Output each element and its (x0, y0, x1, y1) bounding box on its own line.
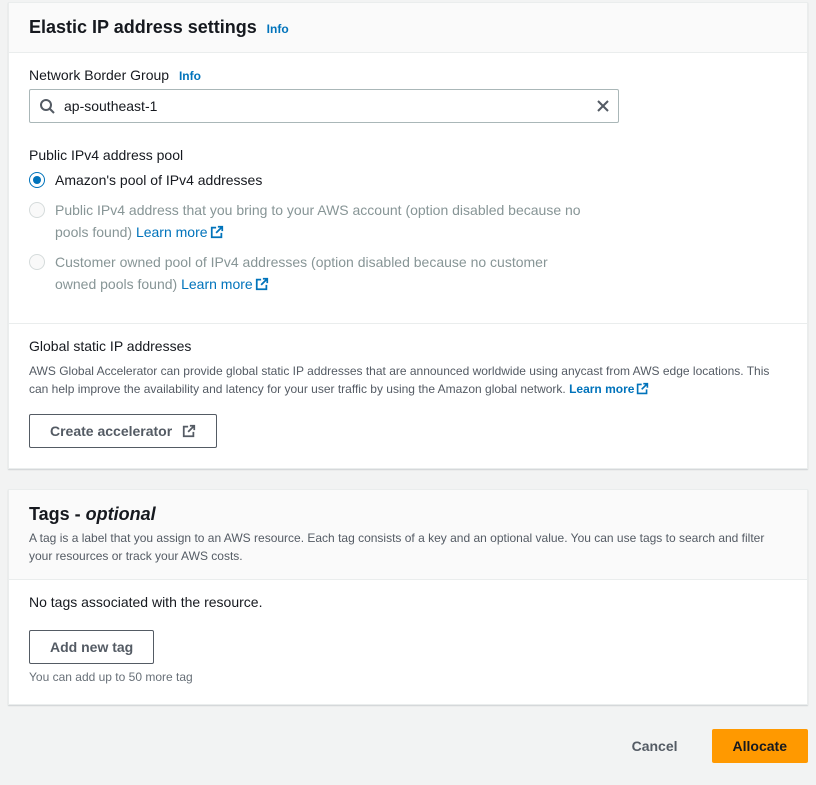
pool-option-label: Amazon's pool of IPv4 addresses (55, 169, 787, 191)
tags-limit-text: You can add up to 50 more tag (29, 670, 787, 684)
pool-radio-group: Amazon's pool of IPv4 addresses Public I… (29, 169, 787, 295)
tags-title: Tags - optional (29, 504, 156, 524)
pool-option-byoip: Public IPv4 address that you bring to yo… (29, 199, 589, 243)
global-ip-description: AWS Global Accelerator can provide globa… (29, 362, 787, 398)
tags-empty-text: No tags associated with the resource. (29, 594, 787, 610)
learn-more-link[interactable]: Learn more (181, 276, 269, 292)
network-border-input[interactable] (29, 89, 619, 123)
external-link-icon (255, 277, 269, 291)
network-border-info-link[interactable]: Info (179, 69, 201, 83)
pool-option-customer: Customer owned pool of IPv4 addresses (o… (29, 251, 589, 295)
clear-icon[interactable] (595, 98, 611, 114)
footer-actions: Cancel Allocate (8, 725, 808, 769)
settings-info-link[interactable]: Info (267, 22, 289, 36)
external-link-icon (182, 424, 196, 438)
global-ip-section: Global static IP addresses AWS Global Ac… (9, 323, 807, 468)
pool-option-label: Customer owned pool of IPv4 addresses (o… (55, 251, 589, 295)
tags-description: A tag is a label that you assign to an A… (29, 529, 787, 565)
add-tag-button[interactable]: Add new tag (29, 630, 154, 664)
elastic-ip-settings-panel: Elastic IP address settings Info Network… (8, 2, 808, 469)
learn-more-link[interactable]: Learn more (136, 224, 224, 240)
network-border-label: Network Border Group (29, 67, 169, 83)
tags-panel-header: Tags - optional A tag is a label that yo… (9, 490, 807, 580)
radio-icon (29, 202, 45, 218)
external-link-icon (210, 225, 224, 239)
global-ip-heading: Global static IP addresses (29, 338, 787, 354)
radio-icon (29, 172, 45, 188)
create-accelerator-button[interactable]: Create accelerator (29, 414, 217, 448)
allocate-button[interactable]: Allocate (712, 729, 808, 763)
pool-option-label: Public IPv4 address that you bring to yo… (55, 199, 589, 243)
network-border-field: Network Border Group Info (29, 67, 787, 123)
settings-title: Elastic IP address settings (29, 17, 257, 37)
radio-icon (29, 254, 45, 270)
pool-label: Public IPv4 address pool (29, 147, 787, 163)
external-link-icon (636, 382, 649, 395)
learn-more-link[interactable]: Learn more (569, 382, 649, 396)
tags-panel: Tags - optional A tag is a label that yo… (8, 489, 808, 705)
settings-panel-header: Elastic IP address settings Info (9, 3, 807, 53)
pool-option-amazon[interactable]: Amazon's pool of IPv4 addresses (29, 169, 787, 191)
cancel-button[interactable]: Cancel (612, 729, 698, 763)
